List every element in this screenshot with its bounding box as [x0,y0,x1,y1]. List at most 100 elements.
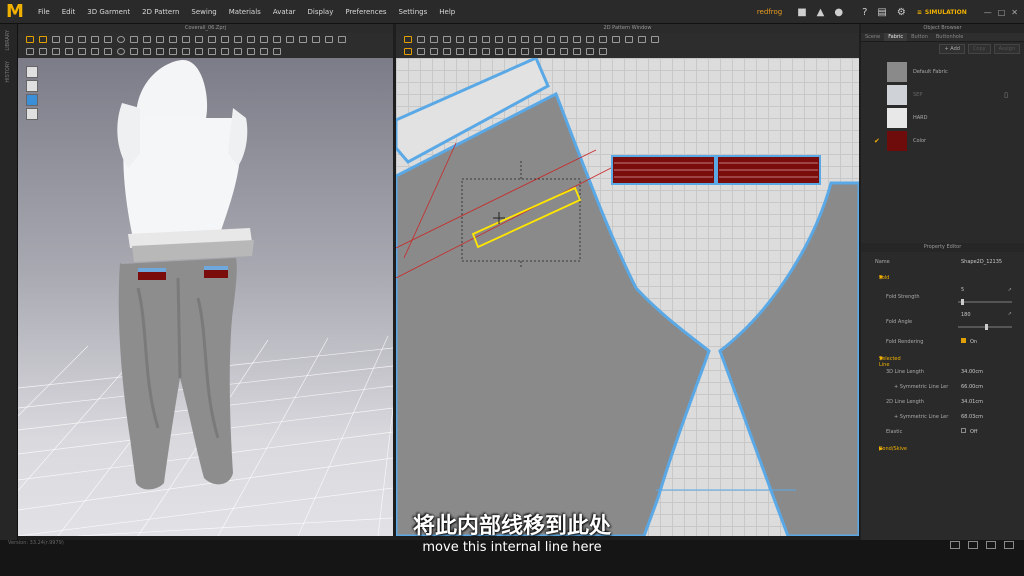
pants-right-pattern-piece[interactable] [718,181,859,536]
fabric-item[interactable]: SEP ▯ [861,83,1024,106]
tool-icon[interactable] [456,47,464,55]
tool-icon[interactable] [586,47,594,55]
tool-icon[interactable] [247,35,255,43]
move-tool-icon[interactable] [39,35,47,43]
tool-icon[interactable] [599,35,607,43]
line-length-3d-value[interactable]: 34.00cm [961,369,983,375]
tool-icon[interactable] [456,35,464,43]
add-fabric-button[interactable]: + Add [939,44,965,54]
fold-angle-value[interactable]: 180 [961,312,971,318]
tool-icon[interactable] [299,35,307,43]
help-icon[interactable]: ? [862,7,867,18]
tool-icon[interactable] [143,47,151,55]
menu-materials[interactable]: Materials [223,8,267,16]
tab-fabric[interactable]: Fabric [884,33,908,41]
tool-icon[interactable] [182,35,190,43]
tool-icon[interactable] [52,47,60,55]
copy-fabric-button[interactable]: Copy [967,44,991,54]
tool-icon[interactable] [156,35,164,43]
tool-icon[interactable] [534,47,542,55]
tool-icon[interactable] [521,35,529,43]
tool-icon[interactable] [638,35,646,43]
fabric-item[interactable]: HARD [861,106,1024,129]
fold-strength-value[interactable]: 5 [961,287,964,293]
menu-help[interactable]: Help [433,8,461,16]
assign-fabric-button[interactable]: Assign [993,44,1020,54]
tool-icon[interactable] [469,35,477,43]
tool-icon[interactable] [286,35,294,43]
fabric-item[interactable]: ✔ Color [861,129,1024,152]
pin-icon[interactable]: ➚ [1008,287,1012,293]
tool-icon[interactable] [612,35,620,43]
tool-icon[interactable] [273,47,281,55]
tool-icon[interactable] [482,35,490,43]
bond-skive-section-header[interactable]: ▶ Bond/Skive [861,440,1024,452]
tool-icon[interactable] [104,35,112,43]
fold-rendering-control[interactable]: On [961,338,977,345]
menu-settings[interactable]: Settings [393,8,434,16]
tool-icon[interactable] [599,47,607,55]
slider-knob[interactable] [985,324,988,330]
tool-icon[interactable] [534,35,542,43]
fold-angle-slider[interactable] [958,324,1012,330]
gear-icon[interactable]: ⚙ [897,7,906,18]
tool-icon[interactable] [521,47,529,55]
fold-strength-slider[interactable] [958,299,1012,305]
tool-icon[interactable] [117,47,125,55]
tool-icon[interactable] [78,35,86,43]
tool-icon[interactable] [469,47,477,55]
tool-icon[interactable] [208,47,216,55]
tool-icon[interactable] [443,35,451,43]
line-length-2d-value[interactable]: 34.01cm [961,399,983,405]
menu-sewing[interactable]: Sewing [185,8,222,16]
tool-icon[interactable] [221,47,229,55]
tool-icon[interactable] [273,35,281,43]
tool-icon[interactable] [482,47,490,55]
menu-avatar[interactable]: Avatar [267,8,302,16]
tool-icon[interactable] [430,47,438,55]
tool-icon[interactable] [404,47,412,55]
tool-icon[interactable] [560,47,568,55]
tool-icon[interactable] [260,35,268,43]
garment-display-icon[interactable] [26,80,38,92]
tool-icon[interactable] [169,35,177,43]
tool-icon[interactable] [104,47,112,55]
tool-icon[interactable] [78,47,86,55]
fabric-item[interactable]: Default Fabric [861,60,1024,83]
pose-icon[interactable] [26,108,38,120]
slider-knob[interactable] [961,299,965,305]
tool-icon[interactable] [312,35,320,43]
tool-icon[interactable] [508,47,516,55]
tool-icon[interactable] [39,47,47,55]
tool-icon[interactable] [495,47,503,55]
tool-icon[interactable] [417,35,425,43]
tab-buttonhole[interactable]: Buttonhole [932,33,967,41]
tool-icon[interactable] [130,47,138,55]
tool-icon[interactable] [573,35,581,43]
elastic-control[interactable]: Off [961,428,977,435]
tool-icon[interactable] [156,47,164,55]
tool-icon[interactable] [143,35,151,43]
viewport-3d[interactable] [18,58,393,536]
tool-icon[interactable] [508,35,516,43]
tool-icon[interactable] [560,35,568,43]
tool-icon[interactable] [195,47,203,55]
tool-icon[interactable] [91,35,99,43]
cart-icon[interactable]: ▤ [877,7,886,18]
tool-icon[interactable] [65,47,73,55]
tool-icon[interactable] [182,47,190,55]
tool-icon[interactable] [325,35,333,43]
fold-section-header[interactable]: ▼ Fold [861,269,1024,281]
checkbox[interactable] [961,428,966,433]
tool-icon[interactable] [195,35,203,43]
menu-2d-pattern[interactable]: 2D Pattern [136,8,185,16]
menu-file[interactable]: File [32,8,56,16]
tool-icon[interactable] [495,35,503,43]
close-icon[interactable]: ✕ [1011,8,1018,17]
menu-preferences[interactable]: Preferences [339,8,392,16]
name-value[interactable]: Shape2D_12135 [961,259,1002,265]
tool-icon[interactable] [417,47,425,55]
tool-icon[interactable] [625,35,633,43]
tool-icon[interactable] [651,35,659,43]
notification-icon[interactable]: ■ [797,7,806,18]
